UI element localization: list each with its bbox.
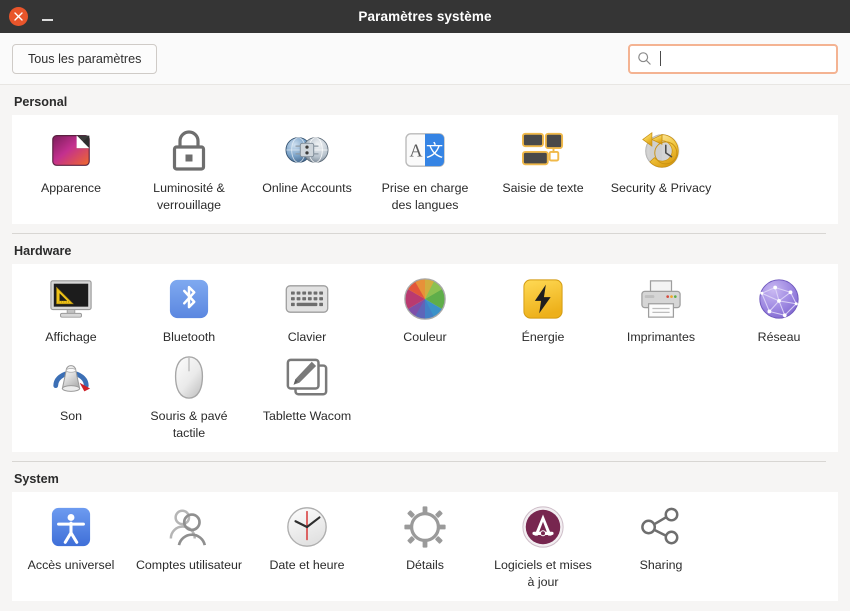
minimize-icon xyxy=(42,19,53,21)
panel-hardware: Affichage xyxy=(12,264,838,452)
date-time-icon xyxy=(283,503,331,551)
close-icon xyxy=(13,11,24,22)
tile-label: Affichage xyxy=(45,329,96,346)
tile-label: Accès universel xyxy=(28,557,115,574)
section-hardware: Hardware Affic xyxy=(0,234,838,462)
tile-row: Apparence Luminosité & verrouillage xyxy=(12,120,838,216)
section-title-hardware: Hardware xyxy=(0,239,838,264)
software-updates-icon xyxy=(519,503,567,551)
tile-label: Imprimantes xyxy=(627,329,695,346)
tile-online-accounts[interactable]: Online Accounts xyxy=(248,120,366,216)
tile-son[interactable]: Son xyxy=(12,348,130,444)
bluetooth-icon xyxy=(165,275,213,323)
tile-clavier[interactable]: Clavier xyxy=(248,269,366,348)
tile-security-privacy[interactable]: Security & Privacy xyxy=(602,120,720,216)
user-accounts-icon xyxy=(165,503,213,551)
tile-label: Tablette Wacom xyxy=(263,408,351,425)
section-personal: Personal xyxy=(0,85,838,234)
online-accounts-icon xyxy=(283,126,331,174)
tile-label: Sharing xyxy=(640,557,683,574)
display-icon xyxy=(47,275,95,323)
tile-date-et-heure[interactable]: Date et heure xyxy=(248,497,366,593)
section-title-system: System xyxy=(0,467,838,492)
toolbar: Tous les paramètres xyxy=(0,33,850,85)
tile-luminosite-verrouillage[interactable]: Luminosité & verrouillage xyxy=(130,120,248,216)
tile-details[interactable]: Détails xyxy=(366,497,484,593)
tile-label: Security & Privacy xyxy=(611,180,712,197)
search-icon xyxy=(637,51,652,66)
mouse-touchpad-icon xyxy=(165,354,213,402)
language-support-icon: A 文 xyxy=(401,126,449,174)
tile-label: Apparence xyxy=(41,180,101,197)
keyboard-icon xyxy=(283,275,331,323)
security-privacy-icon xyxy=(637,126,685,174)
tile-imprimantes[interactable]: Imprimantes xyxy=(602,269,720,348)
tile-label: Couleur xyxy=(403,329,446,346)
tile-label: Son xyxy=(60,408,82,425)
tile-label: Luminosité & verrouillage xyxy=(135,180,243,214)
tile-energie[interactable]: Énergie xyxy=(484,269,602,348)
text-entry-icon xyxy=(519,126,567,174)
settings-content[interactable]: Personal xyxy=(0,85,850,611)
window-titlebar: Paramètres système xyxy=(0,0,850,33)
sound-icon xyxy=(47,354,95,402)
tile-sharing[interactable]: Sharing xyxy=(602,497,720,593)
tile-row: Affichage xyxy=(12,269,838,348)
details-icon xyxy=(401,503,449,551)
svg-text:文: 文 xyxy=(426,142,443,162)
tile-label: Comptes utilisateur xyxy=(136,557,242,574)
tile-row: Son xyxy=(12,348,838,444)
tile-label: Réseau xyxy=(758,329,801,346)
network-icon xyxy=(755,275,803,323)
tile-label: Énergie xyxy=(522,329,565,346)
panel-personal: Apparence Luminosité & verrouillage xyxy=(12,115,838,224)
wacom-tablet-icon xyxy=(283,354,331,402)
tile-label: Saisie de texte xyxy=(502,180,583,197)
tile-logiciels-et-mises-a-jour[interactable]: Logiciels et mises à jour xyxy=(484,497,602,593)
panel-system: Accès universel xyxy=(12,492,838,601)
tile-comptes-utilisateur[interactable]: Comptes utilisateur xyxy=(130,497,248,593)
tile-label: Online Accounts xyxy=(262,180,352,197)
tile-row: Accès universel xyxy=(12,497,838,593)
printers-icon xyxy=(637,275,685,323)
tile-label: Logiciels et mises à jour xyxy=(489,557,597,591)
tile-label: Détails xyxy=(406,557,444,574)
tile-acces-universel[interactable]: Accès universel xyxy=(12,497,130,593)
tile-tablette-wacom[interactable]: Tablette Wacom xyxy=(248,348,366,444)
minimize-button[interactable] xyxy=(40,8,54,25)
svg-text:A: A xyxy=(409,141,422,161)
tile-reseau[interactable]: Réseau xyxy=(720,269,838,348)
power-icon xyxy=(519,275,567,323)
tile-label: Date et heure xyxy=(269,557,344,574)
close-button[interactable] xyxy=(9,7,28,26)
text-caret xyxy=(660,51,661,66)
tile-affichage[interactable]: Affichage xyxy=(12,269,130,348)
section-title-personal: Personal xyxy=(0,90,838,115)
color-icon xyxy=(401,275,449,323)
all-settings-button[interactable]: Tous les paramètres xyxy=(12,44,157,74)
window-title: Paramètres système xyxy=(0,9,850,24)
tile-label: Clavier xyxy=(288,329,327,346)
tile-prise-en-charge-des-langues[interactable]: A 文 Prise en charge des langues xyxy=(366,120,484,216)
appearance-icon xyxy=(47,126,95,174)
section-system: System xyxy=(0,462,838,601)
tile-bluetooth[interactable]: Bluetooth xyxy=(130,269,248,348)
tile-label: Souris & pavé tactile xyxy=(135,408,243,442)
tile-apparence[interactable]: Apparence xyxy=(12,120,130,216)
search-box[interactable] xyxy=(628,44,838,74)
tile-couleur[interactable]: Couleur xyxy=(366,269,484,348)
tile-souris-pave-tactile[interactable]: Souris & pavé tactile xyxy=(130,348,248,444)
universal-access-icon xyxy=(47,503,95,551)
brightness-lock-icon xyxy=(165,126,213,174)
search-input[interactable] xyxy=(663,52,829,66)
tile-saisie-de-texte[interactable]: Saisie de texte xyxy=(484,120,602,216)
sharing-icon xyxy=(637,503,685,551)
tile-label: Bluetooth xyxy=(163,329,215,346)
tile-label: Prise en charge des langues xyxy=(371,180,479,214)
